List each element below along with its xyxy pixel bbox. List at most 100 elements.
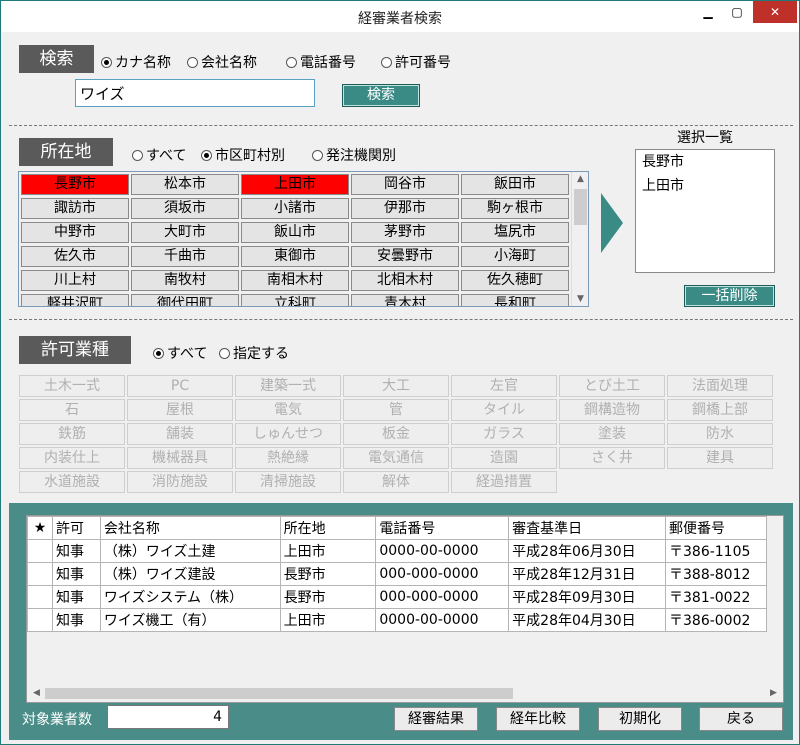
license-type-button[interactable]: 土木一式	[19, 375, 125, 397]
clear-all-button[interactable]: 一括削除	[684, 285, 775, 307]
license-type-button[interactable]: 造園	[451, 447, 557, 469]
city-button[interactable]: 長和町	[461, 294, 569, 306]
license-type-button[interactable]: 電気通信	[343, 447, 449, 469]
column-header[interactable]: 郵便番号	[665, 516, 767, 540]
license-type-button[interactable]: 電気	[235, 399, 341, 421]
table-row[interactable]: 知事 （株）ワイズ建設 長野市 000-000-0000 平成28年12月31日 〒388…	[27, 562, 767, 586]
city-button[interactable]: 佐久市	[21, 246, 129, 267]
radio-option[interactable]: 電話番号	[286, 52, 356, 72]
city-button[interactable]: 軽井沢町	[21, 294, 129, 306]
city-button[interactable]: 大町市	[131, 222, 239, 243]
table-row[interactable]: 知事 （株）ワイズ土建 上田市 0000-00-0000 平成28年06月30日 〒386…	[27, 539, 767, 563]
radio-option[interactable]: 市区町村別	[201, 145, 285, 165]
city-button[interactable]: 小海町	[461, 246, 569, 267]
license-type-button[interactable]: 機械器具	[127, 447, 233, 469]
license-type-button[interactable]: 解体	[343, 471, 449, 493]
city-button[interactable]: 東御市	[241, 246, 349, 267]
license-type-button[interactable]: ガラス	[451, 423, 557, 445]
license-type-button[interactable]: 管	[343, 399, 449, 421]
radio-option[interactable]: 会社名称	[187, 52, 257, 72]
license-type-button[interactable]: 舗装	[127, 423, 233, 445]
city-scrollbar[interactable]: ▲ ▼	[571, 172, 588, 306]
city-button[interactable]: 佐久穂町	[461, 270, 569, 291]
license-type-button[interactable]: しゅんせつ	[235, 423, 341, 445]
city-button[interactable]: 塩尻市	[461, 222, 569, 243]
scroll-down-icon[interactable]: ▼	[572, 294, 588, 304]
column-header[interactable]: 審査基準日	[508, 516, 666, 540]
license-type-button[interactable]: さく井	[559, 447, 665, 469]
license-type-button[interactable]: 建築一式	[235, 375, 341, 397]
city-button[interactable]: 飯山市	[241, 222, 349, 243]
city-button[interactable]: 御代田町	[131, 294, 239, 306]
radio-option[interactable]: 指定する	[219, 343, 289, 363]
minimize-button[interactable]: ▁	[694, 1, 722, 23]
column-header[interactable]: 会社名称	[99, 516, 281, 540]
city-button[interactable]: 千曲市	[131, 246, 239, 267]
city-button[interactable]: 飯田市	[461, 174, 569, 195]
city-button[interactable]: 中野市	[21, 222, 129, 243]
scroll-up-icon[interactable]: ▲	[572, 174, 588, 184]
city-button[interactable]: 上田市	[241, 174, 349, 195]
selection-list[interactable]: 長野市 上田市	[635, 149, 775, 273]
city-button[interactable]: 南牧村	[131, 270, 239, 291]
radio-option[interactable]: カナ名称	[101, 52, 171, 72]
search-input[interactable]	[75, 79, 315, 107]
back-button[interactable]: 戻る	[699, 707, 783, 731]
radio-option[interactable]: すべて	[153, 343, 207, 363]
city-button[interactable]: 南相木村	[241, 270, 349, 291]
license-type-button[interactable]: 屋根	[127, 399, 233, 421]
license-type-button[interactable]: 熱絶縁	[235, 447, 341, 469]
scroll-right-icon[interactable]: ▶	[765, 688, 782, 698]
radio-option[interactable]: 許可番号	[381, 52, 451, 72]
license-type-button[interactable]: 左官	[451, 375, 557, 397]
horizontal-scroll-thumb[interactable]	[45, 688, 513, 699]
reset-button[interactable]: 初期化	[598, 707, 682, 731]
license-type-button[interactable]: 鋼構造物	[559, 399, 665, 421]
yearly-compare-button[interactable]: 経年比較	[496, 707, 580, 731]
license-type-button[interactable]: 板金	[343, 423, 449, 445]
city-button[interactable]: 川上村	[21, 270, 129, 291]
city-button[interactable]: 茅野市	[351, 222, 459, 243]
selection-item[interactable]: 長野市	[636, 150, 774, 174]
column-header[interactable]: 所在地	[279, 516, 377, 540]
close-button[interactable]: ✕	[753, 1, 797, 23]
selection-item[interactable]: 上田市	[636, 174, 774, 198]
license-type-button[interactable]: 石	[19, 399, 125, 421]
city-button[interactable]: 安曇野市	[351, 246, 459, 267]
city-button[interactable]: 諏訪市	[21, 198, 129, 219]
city-button[interactable]: 岡谷市	[351, 174, 459, 195]
city-button[interactable]: 小諸市	[241, 198, 349, 219]
city-button[interactable]: 伊那市	[351, 198, 459, 219]
city-button[interactable]: 長野市	[21, 174, 129, 195]
column-header[interactable]: 許可	[51, 516, 101, 540]
license-type-button[interactable]: 法面処理	[667, 375, 773, 397]
radio-option[interactable]: すべて	[132, 145, 186, 165]
scroll-left-icon[interactable]: ◀	[28, 688, 45, 698]
maximize-button[interactable]: ▢	[723, 1, 751, 23]
city-button[interactable]: 駒ヶ根市	[461, 198, 569, 219]
city-button[interactable]: 青木村	[351, 294, 459, 306]
radio-option[interactable]: 発注機関別	[312, 145, 396, 165]
audit-result-button[interactable]: 経審結果	[394, 707, 478, 731]
license-type-button[interactable]: 清掃施設	[235, 471, 341, 493]
license-type-button[interactable]: 塗装	[559, 423, 665, 445]
license-type-button[interactable]: 経過措置	[451, 471, 557, 493]
license-type-button[interactable]: とび土工	[559, 375, 665, 397]
table-row[interactable]: 知事 ワイズシステム（株） 長野市 000-000-0000 平成28年09月30日 〒3…	[27, 585, 767, 609]
search-button[interactable]: 検索	[342, 84, 420, 107]
license-type-button[interactable]: 鉄筋	[19, 423, 125, 445]
license-type-button[interactable]: 鋼橋上部	[667, 399, 773, 421]
city-button[interactable]: 松本市	[131, 174, 239, 195]
license-type-button[interactable]: 建具	[667, 447, 773, 469]
license-type-button[interactable]: 消防施設	[127, 471, 233, 493]
license-type-button[interactable]: タイル	[451, 399, 557, 421]
license-type-button[interactable]: 防水	[667, 423, 773, 445]
column-header[interactable]: 電話番号	[375, 516, 510, 540]
scroll-thumb[interactable]	[574, 189, 587, 225]
city-button[interactable]: 須坂市	[131, 198, 239, 219]
license-type-button[interactable]: PC	[127, 375, 233, 397]
license-type-button[interactable]: 水道施設	[19, 471, 125, 493]
city-button[interactable]: 立科町	[241, 294, 349, 306]
license-type-button[interactable]: 内装仕上	[19, 447, 125, 469]
city-button[interactable]: 北相木村	[351, 270, 459, 291]
